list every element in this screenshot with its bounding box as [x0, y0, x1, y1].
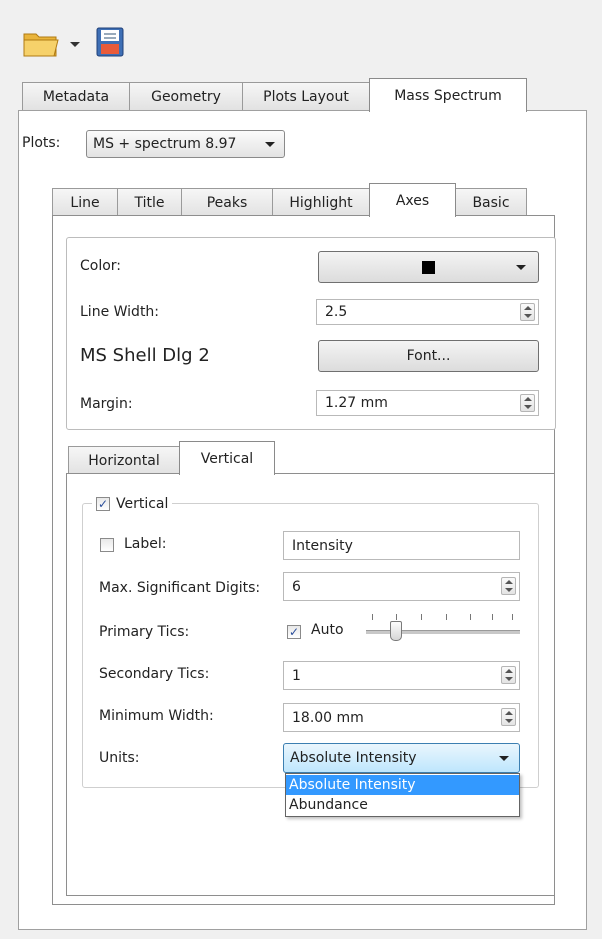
- line-width-spinbox[interactable]: 2.5: [316, 299, 539, 325]
- tab-plots-layout[interactable]: Plots Layout: [242, 82, 370, 110]
- primary-tics-label: Primary Tics:: [99, 624, 190, 640]
- tab-label: Vertical: [200, 450, 254, 467]
- label-checkbox-label: Label:: [124, 536, 167, 552]
- min-width-spinbox[interactable]: 18.00 mm: [283, 703, 520, 732]
- color-picker-button[interactable]: [318, 251, 539, 283]
- plots-select[interactable]: MS + spectrum 8.97: [86, 130, 285, 158]
- units-select[interactable]: Absolute Intensity: [283, 743, 520, 773]
- secondary-tics-label: Secondary Tics:: [99, 666, 210, 682]
- chevron-down-icon: [265, 142, 275, 147]
- tab-geometry[interactable]: Geometry: [129, 82, 243, 110]
- plots-select-value: MS + spectrum 8.97: [93, 136, 237, 152]
- units-option-absolute-intensity[interactable]: Absolute Intensity: [286, 775, 519, 795]
- slider-handle[interactable]: [390, 621, 402, 641]
- margin-value: 1.27 mm: [325, 395, 388, 411]
- label-checkbox[interactable]: [100, 538, 114, 552]
- primary-tics-slider[interactable]: [366, 610, 520, 646]
- chevron-down-icon[interactable]: [70, 42, 80, 47]
- slider-tick: [512, 614, 513, 620]
- tab-basic[interactable]: Basic: [455, 188, 527, 216]
- tab-label: Plots Layout: [263, 88, 349, 105]
- font-button-label: Font...: [406, 348, 451, 364]
- units-dropdown-list: Absolute Intensity Abundance: [285, 773, 520, 817]
- min-width-label: Minimum Width:: [99, 708, 214, 724]
- secondary-tics-spinbox[interactable]: 1: [283, 661, 520, 690]
- tab-highlight[interactable]: Highlight: [272, 188, 370, 216]
- tab-mass-spectrum[interactable]: Mass Spectrum: [369, 78, 527, 112]
- slider-tick: [372, 614, 373, 620]
- slider-tick: [446, 614, 447, 620]
- tab-label: Highlight: [289, 194, 353, 211]
- chevron-down-icon: [516, 265, 526, 270]
- tab-label: Peaks: [206, 194, 248, 211]
- floppy-disk-icon[interactable]: [96, 27, 124, 57]
- units-option-abundance[interactable]: Abundance: [286, 795, 519, 815]
- chevron-down-icon: [499, 756, 509, 761]
- line-width-value: 2.5: [325, 304, 348, 320]
- open-folder-button[interactable]: [22, 28, 90, 58]
- tab-label: Geometry: [151, 88, 221, 105]
- color-label: Color:: [80, 258, 122, 274]
- units-label: Units:: [99, 750, 140, 766]
- margin-label: Margin:: [80, 396, 133, 412]
- slider-tick: [492, 614, 493, 620]
- slider-tick: [470, 614, 471, 620]
- spin-arrows-icon[interactable]: [520, 303, 535, 321]
- color-swatch: [422, 260, 435, 274]
- min-width-value: 18.00 mm: [292, 709, 364, 726]
- vertical-group-header: ✓ Vertical: [92, 493, 173, 515]
- tab-vertical[interactable]: Vertical: [179, 441, 275, 475]
- vertical-group-label: Vertical: [116, 496, 169, 512]
- folder-icon: [23, 33, 59, 57]
- margin-spinbox[interactable]: 1.27 mm: [316, 390, 539, 416]
- spin-arrows-icon[interactable]: [520, 394, 535, 412]
- spin-arrows-icon[interactable]: [501, 666, 516, 684]
- tab-title[interactable]: Title: [117, 188, 182, 216]
- spin-arrows-icon[interactable]: [501, 708, 516, 726]
- slider-tick: [396, 614, 397, 620]
- label-input-value: Intensity: [292, 537, 353, 554]
- tab-label: Basic: [472, 194, 510, 211]
- max-digits-spinbox[interactable]: 6: [283, 572, 520, 601]
- spin-arrows-icon[interactable]: [501, 577, 516, 595]
- tab-label: Line: [70, 194, 100, 211]
- auto-checkbox[interactable]: ✓: [287, 625, 301, 639]
- tab-label: Metadata: [42, 88, 110, 105]
- tab-axes[interactable]: Axes: [369, 183, 456, 217]
- auto-checkbox-label: Auto: [311, 622, 344, 638]
- vertical-checkbox[interactable]: ✓: [96, 497, 110, 511]
- tab-label: Title: [134, 194, 165, 211]
- tab-label: Axes: [395, 192, 430, 209]
- tab-horizontal[interactable]: Horizontal: [68, 446, 180, 474]
- tab-peaks[interactable]: Peaks: [181, 188, 273, 216]
- tab-metadata[interactable]: Metadata: [22, 82, 130, 110]
- label-input[interactable]: Intensity: [283, 531, 520, 560]
- max-digits-label: Max. Significant Digits:: [99, 580, 261, 596]
- secondary-tics-value: 1: [292, 667, 301, 684]
- line-width-label: Line Width:: [80, 304, 160, 320]
- tab-label: Horizontal: [88, 452, 160, 469]
- option-label: Absolute Intensity: [289, 777, 416, 793]
- font-button[interactable]: Font...: [318, 340, 539, 372]
- tab-label: Mass Spectrum: [394, 87, 502, 104]
- toolbar: [0, 0, 602, 70]
- option-label: Abundance: [289, 797, 368, 813]
- slider-tick: [421, 614, 422, 620]
- tab-line[interactable]: Line: [52, 188, 118, 216]
- font-name-label: MS Shell Dlg 2: [80, 345, 210, 366]
- units-select-value: Absolute Intensity: [290, 750, 417, 766]
- plots-label: Plots:: [22, 135, 61, 151]
- max-digits-value: 6: [292, 578, 301, 595]
